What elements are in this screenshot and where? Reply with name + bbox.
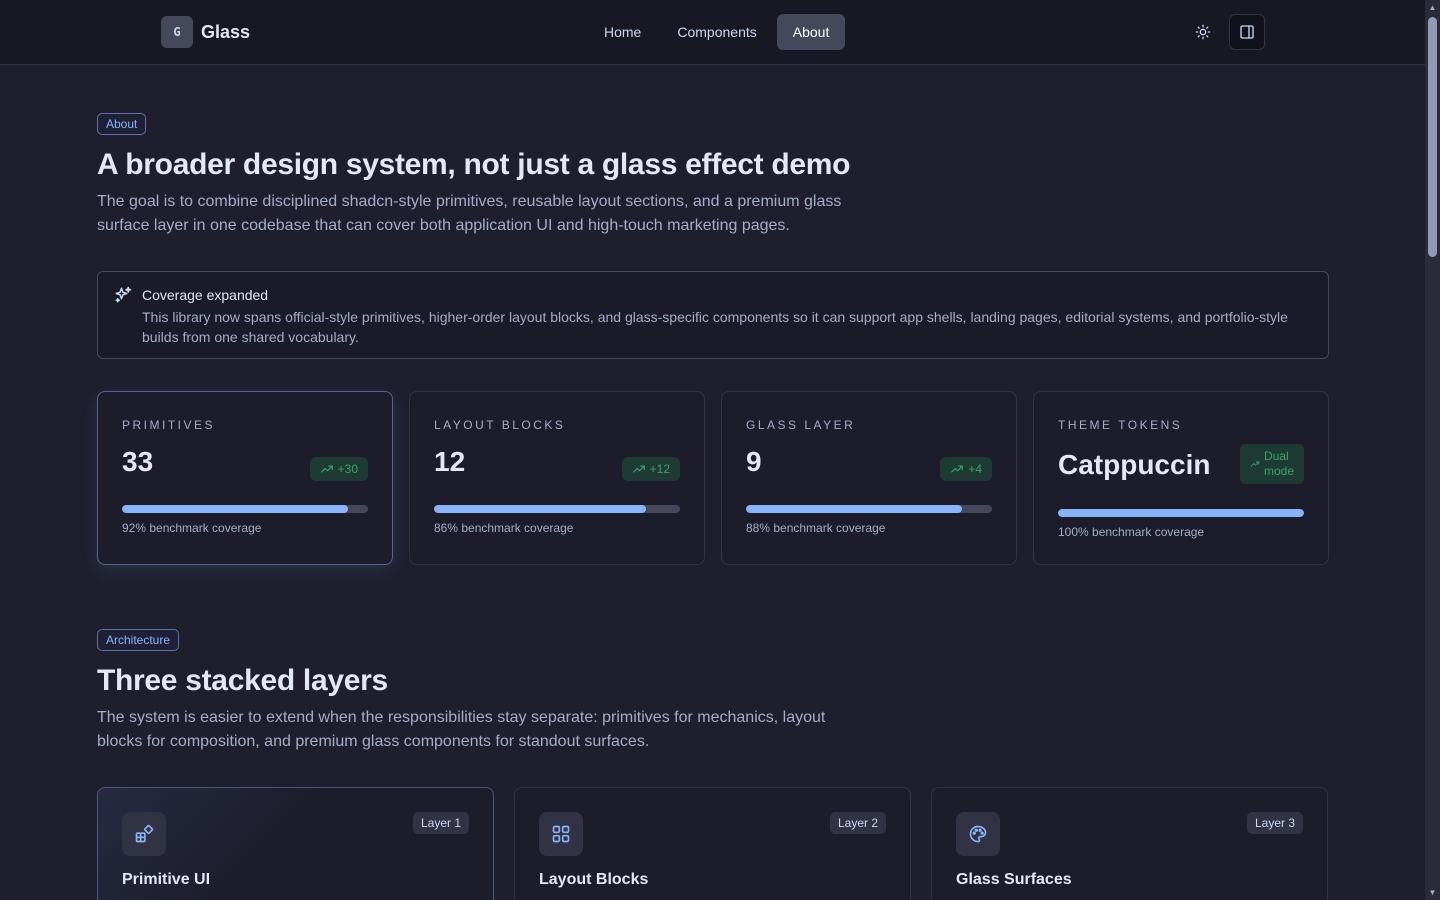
- stat-value: 33: [122, 446, 154, 477]
- coverage-alert: Coverage expanded This library now spans…: [97, 271, 1329, 359]
- section-title: Three stacked layers: [97, 664, 388, 697]
- stat-label: GLASS LAYER: [746, 418, 856, 432]
- stat-delta-badge: +30: [309, 457, 368, 481]
- stat-delta-line: Dual: [1263, 449, 1289, 463]
- layer-card-glass-surfaces[interactable]: Layer 3 Glass Surfaces: [931, 787, 1328, 900]
- layer-tag: Layer 3: [1246, 812, 1303, 834]
- architecture-badge: Architecture: [97, 629, 180, 651]
- progress-fill: [122, 505, 349, 513]
- page-lead: The goal is to combine disciplined shadc…: [97, 193, 842, 234]
- stat-value: Catppuccin: [1058, 449, 1211, 480]
- progress-fill: [1058, 509, 1304, 517]
- alert-title: Coverage expanded: [142, 287, 269, 303]
- about-badge: About: [97, 113, 147, 135]
- alert-description: This library now spans official-style pr…: [142, 309, 1288, 345]
- layer-icon-box: [539, 812, 583, 856]
- nav-link-about[interactable]: About: [776, 14, 846, 50]
- brand-logo: G: [161, 16, 193, 48]
- nav-actions: [1185, 14, 1265, 50]
- stat-delta-text: Dual mode: [1264, 449, 1294, 479]
- nav-link-home[interactable]: Home: [588, 14, 657, 50]
- scroll-up-arrow-icon[interactable]: ▲: [1425, 0, 1440, 15]
- stat-delta-badge: +4: [940, 457, 992, 481]
- stat-card-primitives[interactable]: PRIMITIVES 33 +30 92% benchmark coverage: [97, 391, 393, 565]
- brand-name: Glass: [201, 21, 251, 42]
- scroll-down-arrow-icon[interactable]: ▼: [1425, 885, 1440, 900]
- theme-toggle-button[interactable]: [1185, 14, 1221, 50]
- layer-card-primitive-ui[interactable]: Layer 1 Primitive UI: [97, 787, 494, 900]
- layer-card-layout-blocks[interactable]: Layer 2 Layout Blocks: [514, 787, 911, 900]
- coverage-progress-bar: [122, 505, 368, 513]
- coverage-progress-bar: [434, 505, 680, 513]
- progress-fill: [434, 505, 646, 513]
- scroll-thumb[interactable]: [1428, 17, 1437, 257]
- stat-value: 9: [746, 446, 762, 477]
- stat-label: LAYOUT BLOCKS: [434, 418, 566, 432]
- layer-title: Glass Surfaces: [956, 871, 1072, 888]
- stat-caption: 92% benchmark coverage: [122, 521, 262, 535]
- shapes-icon: [135, 824, 154, 843]
- stat-value: 12: [434, 446, 466, 477]
- stat-card-layout-blocks[interactable]: LAYOUT BLOCKS 12 +12 86% benchmark cover…: [409, 391, 705, 565]
- stat-caption: 100% benchmark coverage: [1058, 525, 1205, 539]
- stat-delta-text: +30: [337, 462, 358, 476]
- stat-delta-line: mode: [1263, 464, 1294, 478]
- top-navbar: G Glass Home Components About: [0, 0, 1425, 65]
- progress-fill: [746, 505, 963, 513]
- stat-label: PRIMITIVES: [122, 418, 216, 432]
- section-lead: The system is easier to extend when the …: [97, 709, 826, 750]
- stat-delta-text: +4: [968, 462, 982, 476]
- sparkles-icon: [115, 286, 132, 303]
- stat-card-glass-layer[interactable]: GLASS LAYER 9 +4 88% benchmark coverage: [721, 391, 1017, 565]
- nav-link-components[interactable]: Components: [661, 14, 772, 50]
- stat-delta-badge: Dual mode: [1239, 444, 1304, 484]
- main-nav: Home Components About: [588, 14, 846, 50]
- stat-delta-badge: +12: [621, 457, 680, 481]
- sidebar-panel-icon: [1240, 25, 1254, 39]
- layer-tag: Layer 2: [829, 812, 886, 834]
- layer-icon-box: [956, 812, 1000, 856]
- trending-up-icon: [951, 465, 964, 473]
- trending-up-icon: [632, 465, 645, 473]
- sun-icon: [1195, 24, 1211, 40]
- brand[interactable]: G Glass: [161, 16, 250, 48]
- stat-label: THEME TOKENS: [1058, 418, 1183, 432]
- trending-up-icon: [1250, 461, 1260, 467]
- layer-tag: Layer 1: [412, 812, 469, 834]
- page-scrollbar[interactable]: ▲ ▼: [1425, 0, 1440, 900]
- sidebar-toggle-button[interactable]: [1229, 14, 1265, 50]
- stat-caption: 86% benchmark coverage: [434, 521, 574, 535]
- coverage-progress-bar: [1058, 509, 1304, 517]
- layer-icon-box: [122, 812, 166, 856]
- grid-icon: [552, 825, 570, 843]
- coverage-progress-bar: [746, 505, 992, 513]
- page-title: A broader design system, not just a glas…: [97, 148, 851, 181]
- layer-title: Primitive UI: [122, 871, 211, 888]
- trending-up-icon: [320, 465, 333, 473]
- stat-delta-text: +12: [649, 462, 670, 476]
- stat-card-theme-tokens[interactable]: THEME TOKENS Catppuccin Dual mode 100% b…: [1033, 391, 1329, 565]
- stat-caption: 88% benchmark coverage: [746, 521, 886, 535]
- layer-title: Layout Blocks: [539, 871, 649, 888]
- palette-icon: [969, 825, 987, 843]
